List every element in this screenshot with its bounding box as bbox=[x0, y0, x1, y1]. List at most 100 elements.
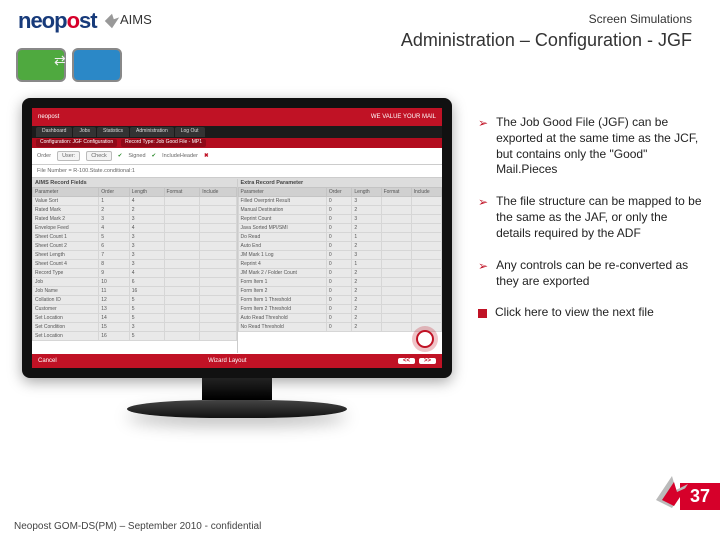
col-header: Format bbox=[381, 188, 411, 197]
bullet-arrow-icon: ➢ bbox=[478, 196, 488, 241]
attention-ring-icon bbox=[416, 330, 434, 348]
bullet-square-icon bbox=[478, 309, 487, 318]
table-row[interactable]: Set Location145 bbox=[33, 314, 237, 323]
next-button[interactable]: >> bbox=[419, 358, 436, 364]
table-row[interactable]: Envelope Feed44 bbox=[33, 224, 237, 233]
tab-jobs[interactable]: Jobs bbox=[73, 127, 96, 137]
table-row[interactable]: Manual Destination02 bbox=[238, 206, 442, 215]
bullet-text: The Job Good File (JGF) can be exported … bbox=[496, 115, 702, 178]
col-header: Include bbox=[200, 188, 236, 197]
table-row[interactable]: Sheet Length73 bbox=[33, 251, 237, 260]
order-label: Order bbox=[37, 153, 51, 159]
flow-diagram: ⇄ bbox=[14, 38, 134, 92]
app-logo: neopost bbox=[38, 114, 59, 120]
bullet-item: ➢ Any controls can be re-converted as the… bbox=[478, 258, 702, 290]
table-row[interactable]: Set Location165 bbox=[33, 332, 237, 341]
filter-bar-2: File Number = R-100.State.conditional:1 bbox=[32, 165, 442, 178]
diagram-box-blue bbox=[72, 48, 122, 82]
table-row[interactable]: Record Type94 bbox=[33, 269, 237, 278]
app-tagline: WE VALUE YOUR MAIL bbox=[371, 114, 436, 120]
table-row[interactable]: Sheet Count 483 bbox=[33, 260, 237, 269]
app-footer: Cancel Wizard Layout << >> bbox=[32, 354, 442, 368]
include-label: IncludeHeader bbox=[162, 153, 198, 159]
left-grid-heading: AIMS Record Fields bbox=[32, 179, 237, 187]
prev-button[interactable]: << bbox=[398, 358, 415, 364]
table-row[interactable]: Form Item 102 bbox=[238, 278, 442, 287]
table-row[interactable]: Rated Mark 233 bbox=[33, 215, 237, 224]
brand-logo: neopost bbox=[18, 8, 121, 34]
eyebrow: Screen Simulations bbox=[589, 12, 692, 26]
check-icon: ✔ bbox=[118, 153, 123, 159]
col-header: Format bbox=[164, 188, 200, 197]
monitor-neck bbox=[202, 378, 272, 400]
table-row[interactable]: Form Item 2 Threshold02 bbox=[238, 305, 442, 314]
table-row[interactable]: Rated Mark22 bbox=[33, 206, 237, 215]
table-row[interactable]: Java Sorted MPI/SMI02 bbox=[238, 224, 442, 233]
bullet-text: Any controls can be re-converted as they… bbox=[496, 258, 702, 290]
table-row[interactable]: Reprint Count03 bbox=[238, 215, 442, 224]
col-header: Order bbox=[99, 188, 129, 197]
footer-note: Neopost GOM-DS(PM) – September 2010 - co… bbox=[14, 521, 261, 532]
check-icon: ✔ bbox=[152, 153, 157, 159]
bullet-item: ➢The file structure can be mapped to be … bbox=[478, 194, 702, 241]
grid-columns: AIMS Record Fields ParameterOrderLengthF… bbox=[32, 178, 442, 353]
signed-label: Signed bbox=[128, 153, 145, 159]
aims-label: AIMS bbox=[120, 12, 152, 27]
right-grid-heading: Extra Record Parameter bbox=[238, 179, 443, 187]
table-row[interactable]: Form Item 1 Threshold02 bbox=[238, 296, 442, 305]
user-chip[interactable]: User: bbox=[57, 151, 80, 161]
footer-center: Wizard Layout bbox=[208, 358, 246, 364]
tab-dashboard[interactable]: Dashboard bbox=[36, 127, 72, 137]
monitor: neopost WE VALUE YOUR MAIL Dashboard Job… bbox=[22, 98, 452, 438]
filter-bar: Order User: Check ✔ Signed ✔ IncludeHeader… bbox=[32, 148, 442, 165]
app-header: neopost WE VALUE YOUR MAIL bbox=[32, 108, 442, 126]
table-row[interactable]: Value Sort14 bbox=[33, 197, 237, 206]
col-header: Order bbox=[326, 188, 352, 197]
left-table: ParameterOrderLengthFormatIncludeValue S… bbox=[32, 187, 237, 341]
crumb-record[interactable]: Record Type: Job Good File - MP1 bbox=[121, 139, 206, 147]
table-row[interactable]: JM Mark 1 Log03 bbox=[238, 251, 442, 260]
bullet-arrow-icon: ➢ bbox=[478, 260, 488, 290]
col-header: Parameter bbox=[33, 188, 99, 197]
table-row[interactable]: JM Mark 2 / Folder Count02 bbox=[238, 269, 442, 278]
table-row[interactable]: Filled Overprint Result03 bbox=[238, 197, 442, 206]
tab-statistics[interactable]: Statistics bbox=[97, 127, 129, 137]
table-row[interactable]: Auto Read Threshold02 bbox=[238, 314, 442, 323]
table-row[interactable]: Sheet Count 153 bbox=[33, 233, 237, 242]
brand-part1: neop bbox=[18, 8, 67, 33]
col-header: Length bbox=[129, 188, 164, 197]
bullet-text: Click here to view the next file bbox=[495, 305, 654, 321]
brand-part3: st bbox=[79, 8, 97, 33]
brand-part2: o bbox=[67, 8, 79, 33]
app-tabs: Dashboard Jobs Statistics Administration… bbox=[32, 126, 442, 138]
monitor-base bbox=[127, 400, 347, 418]
table-row[interactable]: Sheet Count 263 bbox=[33, 242, 237, 251]
table-row[interactable]: No Read Threshold02 bbox=[238, 323, 442, 332]
table-row[interactable]: Form Item 202 bbox=[238, 287, 442, 296]
table-row[interactable]: Do Read01 bbox=[238, 233, 442, 242]
bullet-text: The file structure can be mapped to be t… bbox=[496, 194, 702, 241]
table-row[interactable]: Auto End02 bbox=[238, 242, 442, 251]
cancel-button[interactable]: Cancel bbox=[38, 358, 57, 364]
check-button[interactable]: Check bbox=[86, 151, 112, 161]
table-row[interactable]: Set Condition153 bbox=[33, 323, 237, 332]
table-row[interactable]: Job Name1116 bbox=[33, 287, 237, 296]
table-row[interactable]: Reprint 401 bbox=[238, 260, 442, 269]
breadcrumb: Configuration: JGF Configuration Record … bbox=[32, 138, 442, 148]
col-header: Length bbox=[352, 188, 381, 197]
bullet-item[interactable]: Click here to view the next file bbox=[478, 305, 702, 321]
table-row[interactable]: Customer135 bbox=[33, 305, 237, 314]
tab-administration[interactable]: Administration bbox=[130, 127, 174, 137]
corner-mark-icon bbox=[652, 470, 692, 510]
bullet-item: ➢The Job Good File (JGF) can be exported… bbox=[478, 115, 702, 178]
col-header: Include bbox=[411, 188, 441, 197]
table-row[interactable]: Collation ID125 bbox=[33, 296, 237, 305]
monitor-bezel: neopost WE VALUE YOUR MAIL Dashboard Job… bbox=[22, 98, 452, 378]
right-grid: Extra Record Parameter ParameterOrderLen… bbox=[237, 179, 443, 353]
crumb-config[interactable]: Configuration: JGF Configuration bbox=[36, 139, 117, 147]
left-grid: AIMS Record Fields ParameterOrderLengthF… bbox=[32, 179, 237, 353]
tab-logout[interactable]: Log Out bbox=[175, 127, 205, 137]
table-row[interactable]: Job106 bbox=[33, 278, 237, 287]
page-title: Administration – Configuration - JGF bbox=[401, 30, 692, 51]
clear-icon[interactable]: ✖ bbox=[204, 153, 209, 159]
